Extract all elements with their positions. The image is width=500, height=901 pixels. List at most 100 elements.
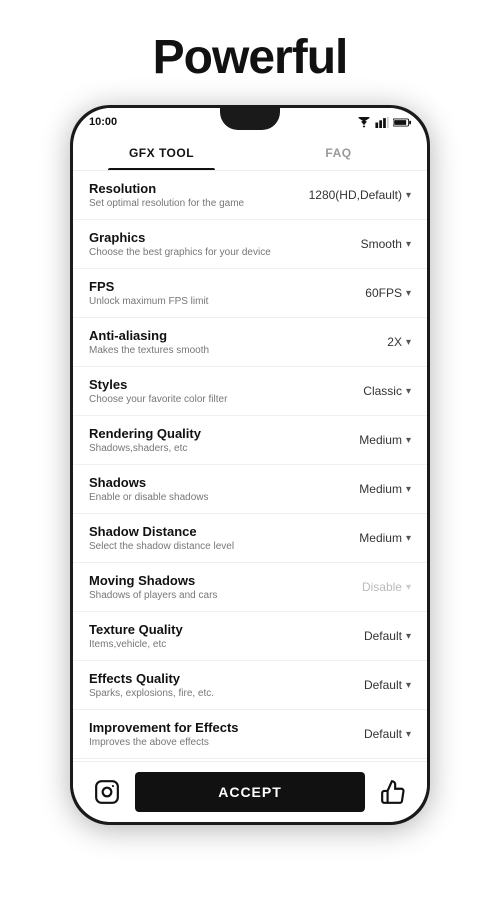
page-title: Powerful bbox=[153, 30, 348, 85]
setting-value-text-moving-shadows: Disable bbox=[362, 580, 402, 594]
setting-row-moving-shadows[interactable]: Moving Shadows Shadows of players and car… bbox=[73, 563, 427, 612]
setting-name-effects-quality: Effects Quality bbox=[89, 671, 364, 686]
setting-row-texture-quality[interactable]: Texture Quality Items,vehicle, etcDefault… bbox=[73, 612, 427, 661]
setting-value-text-anti-aliasing: 2X bbox=[387, 335, 402, 349]
setting-row-rendering-quality[interactable]: Rendering Quality Shadows,shaders, etcMed… bbox=[73, 416, 427, 465]
dropdown-arrow-resolution: ▾ bbox=[406, 190, 411, 201]
setting-desc-improvement-effects: Improves the above effects bbox=[89, 737, 364, 748]
setting-value-shadow-distance[interactable]: Medium ▾ bbox=[359, 531, 411, 545]
setting-row-resolution[interactable]: Resolution Set optimal resolution for the… bbox=[73, 171, 427, 220]
tabs-bar: GFX TOOL FAQ bbox=[73, 136, 427, 171]
setting-name-resolution: Resolution bbox=[89, 181, 309, 196]
notch bbox=[220, 108, 280, 130]
settings-list: Resolution Set optimal resolution for the… bbox=[73, 171, 427, 761]
setting-value-moving-shadows[interactable]: Disable ▾ bbox=[362, 580, 411, 594]
setting-info-shadows: Shadows Enable or disable shadows bbox=[89, 475, 359, 503]
setting-name-graphics: Graphics bbox=[89, 230, 361, 245]
dropdown-arrow-moving-shadows: ▾ bbox=[406, 582, 411, 593]
setting-info-texture-quality: Texture Quality Items,vehicle, etc bbox=[89, 622, 364, 650]
dropdown-arrow-rendering-quality: ▾ bbox=[406, 435, 411, 446]
battery-icon bbox=[393, 117, 411, 128]
setting-row-anti-aliasing[interactable]: Anti-aliasing Makes the textures smooth2X… bbox=[73, 318, 427, 367]
dropdown-arrow-shadow-distance: ▾ bbox=[406, 533, 411, 544]
dropdown-arrow-graphics: ▾ bbox=[406, 239, 411, 250]
setting-row-effects-quality[interactable]: Effects Quality Sparks, explosions, fire,… bbox=[73, 661, 427, 710]
setting-value-text-texture-quality: Default bbox=[364, 629, 402, 643]
setting-desc-moving-shadows: Shadows of players and cars bbox=[89, 590, 362, 601]
setting-info-styles: Styles Choose your favorite color filter bbox=[89, 377, 363, 405]
setting-value-shadows[interactable]: Medium ▾ bbox=[359, 482, 411, 496]
setting-row-styles[interactable]: Styles Choose your favorite color filterC… bbox=[73, 367, 427, 416]
setting-row-shadows[interactable]: Shadows Enable or disable shadowsMedium ▾ bbox=[73, 465, 427, 514]
setting-value-graphics[interactable]: Smooth ▾ bbox=[361, 237, 411, 251]
instagram-button[interactable] bbox=[89, 774, 125, 810]
setting-desc-anti-aliasing: Makes the textures smooth bbox=[89, 345, 387, 356]
accept-button[interactable]: ACCEPT bbox=[135, 772, 365, 812]
setting-info-fps: FPSUnlock maximum FPS limit bbox=[89, 279, 365, 307]
setting-row-graphics[interactable]: Graphics Choose the best graphics for you… bbox=[73, 220, 427, 269]
phone-frame: 10:00 bbox=[70, 105, 430, 825]
setting-desc-shadow-distance: Select the shadow distance level bbox=[89, 541, 359, 552]
wifi-icon bbox=[357, 117, 371, 128]
setting-value-text-resolution: 1280(HD,Default) bbox=[309, 188, 402, 202]
setting-row-shadow-distance[interactable]: Shadow Distance Select the shadow distanc… bbox=[73, 514, 427, 563]
setting-name-texture-quality: Texture Quality bbox=[89, 622, 364, 637]
dropdown-arrow-texture-quality: ▾ bbox=[406, 631, 411, 642]
setting-info-rendering-quality: Rendering Quality Shadows,shaders, etc bbox=[89, 426, 359, 454]
dropdown-arrow-shadows: ▾ bbox=[406, 484, 411, 495]
status-bar: 10:00 bbox=[73, 108, 427, 136]
setting-name-rendering-quality: Rendering Quality bbox=[89, 426, 359, 441]
setting-desc-rendering-quality: Shadows,shaders, etc bbox=[89, 443, 359, 454]
setting-desc-graphics: Choose the best graphics for your device bbox=[89, 247, 361, 258]
setting-value-styles[interactable]: Classic▾ bbox=[363, 384, 411, 398]
setting-value-effects-quality[interactable]: Default ▾ bbox=[364, 678, 411, 692]
setting-desc-fps: Unlock maximum FPS limit bbox=[89, 296, 365, 307]
setting-value-text-shadow-distance: Medium bbox=[359, 531, 402, 545]
setting-value-anti-aliasing[interactable]: 2X ▾ bbox=[387, 335, 411, 349]
setting-name-improvement-effects: Improvement for Effects bbox=[89, 720, 364, 735]
setting-row-fps[interactable]: FPSUnlock maximum FPS limit60FPS▾ bbox=[73, 269, 427, 318]
setting-value-improvement-effects[interactable]: Default ▾ bbox=[364, 727, 411, 741]
setting-row-improvement-effects[interactable]: Improvement for Effects Improves the abov… bbox=[73, 710, 427, 759]
thumbsup-button[interactable] bbox=[375, 774, 411, 810]
setting-name-moving-shadows: Moving Shadows bbox=[89, 573, 362, 588]
setting-info-shadow-distance: Shadow Distance Select the shadow distanc… bbox=[89, 524, 359, 552]
setting-value-fps[interactable]: 60FPS▾ bbox=[365, 286, 411, 300]
tab-faq[interactable]: FAQ bbox=[250, 136, 427, 170]
setting-value-texture-quality[interactable]: Default ▾ bbox=[364, 629, 411, 643]
setting-info-improvement-effects: Improvement for Effects Improves the abov… bbox=[89, 720, 364, 748]
setting-value-rendering-quality[interactable]: Medium ▾ bbox=[359, 433, 411, 447]
setting-name-shadows: Shadows bbox=[89, 475, 359, 490]
status-icons bbox=[357, 117, 411, 128]
setting-info-moving-shadows: Moving Shadows Shadows of players and car… bbox=[89, 573, 362, 601]
status-time: 10:00 bbox=[89, 116, 117, 128]
setting-info-effects-quality: Effects Quality Sparks, explosions, fire,… bbox=[89, 671, 364, 699]
dropdown-arrow-effects-quality: ▾ bbox=[406, 680, 411, 691]
setting-value-text-improvement-effects: Default bbox=[364, 727, 402, 741]
setting-desc-styles: Choose your favorite color filter bbox=[89, 394, 363, 405]
instagram-icon bbox=[94, 779, 120, 805]
setting-name-styles: Styles bbox=[89, 377, 363, 392]
signal-icon bbox=[375, 117, 389, 128]
dropdown-arrow-anti-aliasing: ▾ bbox=[406, 337, 411, 348]
setting-value-text-graphics: Smooth bbox=[361, 237, 402, 251]
bottom-bar: ACCEPT bbox=[73, 761, 427, 822]
setting-desc-resolution: Set optimal resolution for the game bbox=[89, 198, 309, 209]
dropdown-arrow-fps: ▾ bbox=[406, 288, 411, 299]
setting-name-anti-aliasing: Anti-aliasing bbox=[89, 328, 387, 343]
setting-value-text-effects-quality: Default bbox=[364, 678, 402, 692]
setting-desc-effects-quality: Sparks, explosions, fire, etc. bbox=[89, 688, 364, 699]
dropdown-arrow-improvement-effects: ▾ bbox=[406, 729, 411, 740]
setting-value-text-rendering-quality: Medium bbox=[359, 433, 402, 447]
setting-info-graphics: Graphics Choose the best graphics for you… bbox=[89, 230, 361, 258]
phone-inner: 10:00 bbox=[73, 108, 427, 822]
setting-info-resolution: Resolution Set optimal resolution for the… bbox=[89, 181, 309, 209]
setting-desc-shadows: Enable or disable shadows bbox=[89, 492, 359, 503]
dropdown-arrow-styles: ▾ bbox=[406, 386, 411, 397]
setting-value-text-shadows: Medium bbox=[359, 482, 402, 496]
setting-info-anti-aliasing: Anti-aliasing Makes the textures smooth bbox=[89, 328, 387, 356]
setting-value-resolution[interactable]: 1280(HD,Default) ▾ bbox=[309, 188, 411, 202]
tab-gfx-tool[interactable]: GFX TOOL bbox=[73, 136, 250, 170]
setting-desc-texture-quality: Items,vehicle, etc bbox=[89, 639, 364, 650]
setting-name-shadow-distance: Shadow Distance bbox=[89, 524, 359, 539]
